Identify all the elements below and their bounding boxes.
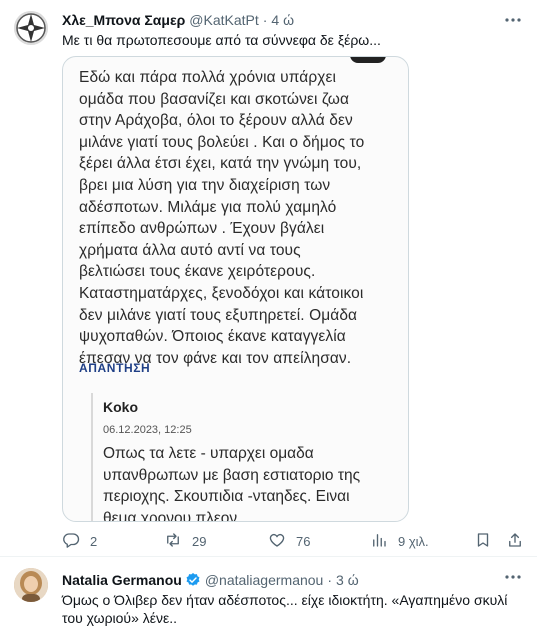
tweet-text: Όμως ο Όλιβερ δεν ήταν αδέσποτος... είχε…: [62, 592, 508, 626]
comment-line: βελτιώσει τους έκανε χειρότερους.: [79, 263, 316, 281]
tweet-header: Χλε_Μπονα Σαμερ @KatKatPt · 4 ώ: [62, 11, 294, 29]
comment-text: Εδώ και πάρα πολλά χρόνια υπάρχει ομάδα …: [79, 67, 401, 369]
comment-line: μιλάνε γιατί τους βολεύει . Και ο δήμος …: [79, 133, 365, 151]
author-name[interactable]: Χλε_Μπονα Σαμερ: [62, 11, 185, 29]
avatar[interactable]: [14, 11, 48, 45]
reply-label: ΑΠΑΝΤΗΣΗ: [79, 361, 151, 375]
reply-line: θεμα χρονου πλεον: [103, 509, 238, 522]
bookmark-button[interactable]: [474, 530, 492, 552]
more-options-icon[interactable]: [503, 11, 523, 29]
cropped-element: [350, 57, 386, 63]
reply-icon: [62, 531, 80, 552]
share-button[interactable]: [506, 530, 524, 552]
bookmark-icon: [474, 531, 492, 552]
nested-reply: Koko 06.12.2023, 12:25 Οπως τα λετε - υπ…: [91, 393, 408, 522]
separator-dot: ·: [262, 12, 268, 28]
comment-line: επίπεδο ανθρώπων . Έχουν βγάλει: [79, 220, 325, 238]
timestamp[interactable]: 4 ώ: [271, 11, 294, 29]
views-count: 9 χιλ.: [398, 533, 429, 549]
reply-line: υπανθρωπων με βαση εστιατοριο της: [103, 466, 361, 484]
tweet-text: Με τι θα πρωτοπεσουμε από τα σύννεφα δε …: [62, 32, 381, 48]
retweet-count: 29: [192, 533, 207, 549]
share-icon: [506, 531, 524, 552]
views-icon: [370, 531, 388, 552]
screenshot-content: Εδώ και πάρα πολλά χρόνια υπάρχει ομάδα …: [63, 57, 408, 521]
like-button[interactable]: 76: [268, 530, 310, 552]
views-button[interactable]: 9 χιλ.: [370, 530, 429, 552]
author-handle[interactable]: @KatKatPt: [189, 11, 258, 29]
comment-line: δεν μιλάνε γιατί τους εξυπηρετεί. Ομάδα: [79, 306, 358, 324]
verified-badge-icon: [185, 572, 201, 588]
comment-line: ξέρει άλλα έτσι έχει, κατά την γνώμη του…: [79, 155, 362, 173]
retweet-button[interactable]: 29: [164, 530, 206, 552]
reply-author: Koko: [103, 399, 138, 415]
comment-line: Εδώ και πάρα πολλά χρόνια υπάρχει: [79, 69, 337, 86]
timestamp[interactable]: 3 ώ: [336, 571, 359, 589]
heart-icon: [268, 531, 286, 552]
separator-dot: ·: [327, 572, 333, 588]
comment-line: βρει μια λύση για την διαχείριση των: [79, 176, 331, 194]
comment-line: ομάδα που βασανίζει και σκοτώνει ζωα: [79, 90, 350, 108]
comment-line: ψυχοπαθών. Όποιος έκανε καταγγελία: [79, 328, 346, 346]
like-count: 76: [296, 533, 311, 549]
reply-line: Οπως τα λετε - υπαρχει ομαδα: [103, 445, 314, 462]
tweet-image[interactable]: Εδώ και πάρα πολλά χρόνια υπάρχει ομάδα …: [62, 56, 409, 522]
comment-line: στην Αράχοβα, όλοι το ξέρουν αλλά δεν: [79, 112, 353, 130]
tweet[interactable]: Χλε_Μπονα Σαμερ @KatKatPt · 4 ώ Με τι θα…: [0, 0, 537, 557]
reply-line: περιοχης. Σκουπιδια -νταηδες. Ειναι: [103, 488, 350, 506]
more-options-icon[interactable]: [503, 568, 523, 586]
comment-line: Καταστηματάρχες, ξενοδόχοι και κάτοικοι: [79, 284, 364, 302]
avatar[interactable]: [14, 568, 48, 602]
tweet-header: Natalia Germanou @nataliagermanou · 3 ώ: [62, 571, 359, 589]
author-handle[interactable]: @nataliagermanou: [205, 571, 324, 589]
comment-line: αδέσποτων. Μιλάμε για πολύ χαμηλό: [79, 198, 337, 216]
reply-text: Οπως τα λετε - υπαρχει ομαδα υπανθρωπων …: [103, 443, 403, 522]
author-name[interactable]: Natalia Germanou: [62, 571, 182, 589]
reply-button[interactable]: 2: [62, 530, 97, 552]
reply-count: 2: [90, 533, 98, 549]
comment-line: χρήματα άλλα αυτό αντί να τους: [79, 241, 301, 259]
retweet-icon: [164, 531, 182, 552]
reply-date: 06.12.2023, 12:25: [103, 424, 192, 436]
action-bar: 2 29 76 9 χιλ.: [62, 530, 524, 552]
